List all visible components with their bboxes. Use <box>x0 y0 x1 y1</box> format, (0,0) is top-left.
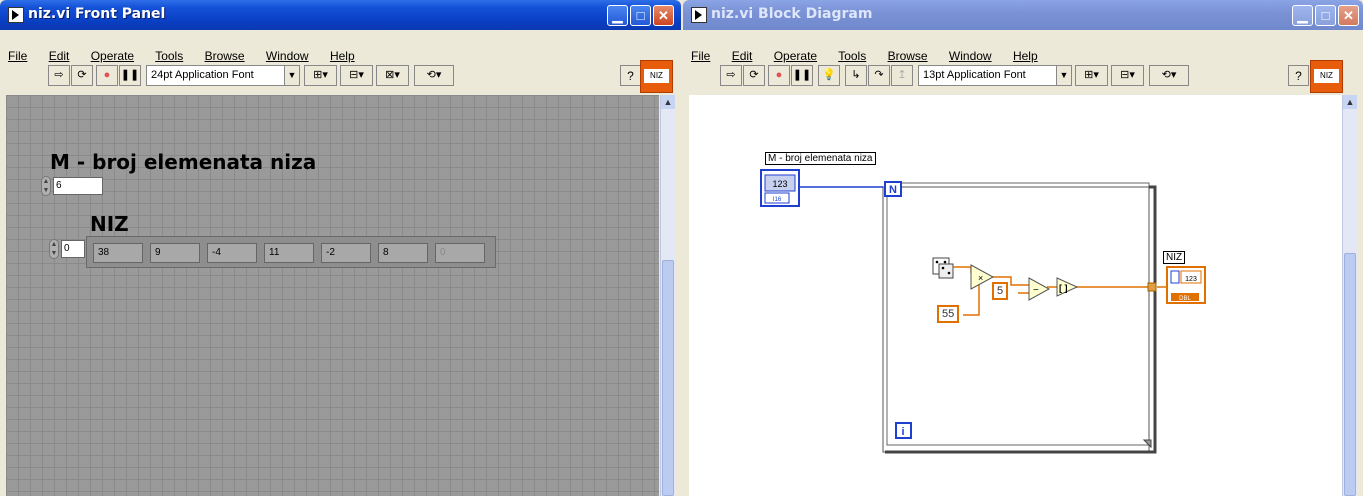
step-over-icon[interactable]: ↷ <box>868 65 890 86</box>
block-diagram-canvas[interactable]: 123 I16 N i × − [] 123 DBL M - broj ele… <box>689 95 1342 496</box>
m-control-label: M - broj elemenata niza <box>50 150 317 174</box>
svg-text:DBL: DBL <box>1179 296 1191 302</box>
loop-count-terminal[interactable]: N <box>884 181 902 197</box>
window-title: niz.vi Front Panel <box>28 6 166 22</box>
svg-text:×: × <box>978 273 983 283</box>
vi-icon[interactable]: NIZ <box>1310 60 1343 93</box>
block-diagram-titlebar[interactable]: niz.vi Block Diagram ▁ □ ✕ <box>683 0 1363 30</box>
svg-text:I16: I16 <box>773 197 782 203</box>
abort-icon[interactable]: ● <box>96 65 118 86</box>
svg-text:−: − <box>1033 285 1039 296</box>
front-panel-window: niz.vi Front Panel ▁ □ ✕ File Edit Opera… <box>0 0 681 496</box>
array-element: 0 <box>435 243 485 263</box>
run-continuously-icon[interactable]: ⟳ <box>71 65 93 86</box>
niz-array-label: NIZ <box>90 212 129 236</box>
align-objects-icon[interactable]: ⊞▾ <box>1075 65 1108 86</box>
chevron-down-icon: ▼ <box>1056 66 1071 85</box>
distribute-objects-icon[interactable]: ⊟▾ <box>1111 65 1144 86</box>
labview-app-icon <box>691 7 707 23</box>
scroll-thumb[interactable] <box>662 260 674 496</box>
vertical-scrollbar[interactable]: ▲ <box>660 95 675 496</box>
vertical-scrollbar[interactable]: ▲ <box>1342 95 1357 496</box>
font-selector[interactable]: 24pt Application Font ▼ <box>146 65 300 86</box>
window-title: niz.vi Block Diagram <box>711 6 873 22</box>
constant-55[interactable]: 55 <box>937 305 960 323</box>
run-arrow-icon[interactable]: ⇨ <box>48 65 70 86</box>
array-element: 9 <box>150 243 200 263</box>
constant-5[interactable]: 5 <box>992 282 1009 300</box>
control-terminal-text: 123 <box>772 179 787 189</box>
block-diagram-window: niz.vi Block Diagram ▁ □ ✕ File Edit Ope… <box>683 0 1363 496</box>
highlight-execution-icon[interactable]: 💡 <box>818 65 840 86</box>
minimize-button[interactable]: ▁ <box>1292 5 1313 26</box>
pause-icon[interactable]: ❚❚ <box>119 65 141 86</box>
run-arrow-icon[interactable]: ⇨ <box>720 65 742 86</box>
step-out-icon[interactable]: ↥ <box>891 65 913 86</box>
close-button[interactable]: ✕ <box>1338 5 1359 26</box>
array-element: -4 <box>207 243 257 263</box>
svg-text:N: N <box>889 184 897 196</box>
font-selector[interactable]: 13pt Application Font ▼ <box>918 65 1072 86</box>
maximize-button[interactable]: □ <box>630 5 651 26</box>
chevron-down-icon: ▼ <box>284 66 299 85</box>
m-control-label: M - broj elemenata niza <box>765 152 876 165</box>
abort-icon[interactable]: ● <box>768 65 790 86</box>
auto-index-tunnel[interactable] <box>1147 282 1157 292</box>
maximize-button[interactable]: □ <box>1315 5 1336 26</box>
array-index-increment-decrement[interactable]: ▲ ▼ <box>49 239 59 259</box>
niz-indicator-label: NIZ <box>1163 251 1186 264</box>
resize-objects-icon[interactable]: ⊠▾ <box>376 65 409 86</box>
front-panel-titlebar[interactable]: niz.vi Front Panel ▁ □ ✕ <box>0 0 681 30</box>
array-element: -2 <box>321 243 371 263</box>
array-element: 8 <box>378 243 428 263</box>
scroll-up-arrow-icon[interactable]: ▲ <box>661 95 675 109</box>
scroll-up-arrow-icon[interactable]: ▲ <box>1343 95 1357 109</box>
toolbar: ⇨ ⟳ ● ❚❚ 💡 ↳ ↷ ↥ 13pt Application Font ▼ … <box>683 38 1363 93</box>
svg-text:[ ]: [ ] <box>1059 283 1068 293</box>
minimize-button[interactable]: ▁ <box>607 5 628 26</box>
for-loop-structure[interactable] <box>882 182 1157 454</box>
close-button[interactable]: ✕ <box>653 5 674 26</box>
distribute-objects-icon[interactable]: ⊟▾ <box>340 65 373 86</box>
array-index-input[interactable]: 0 <box>61 240 85 258</box>
niz-array-indicator: 38 9 -4 11 -2 8 0 <box>86 236 496 268</box>
vi-icon[interactable]: NIZ <box>640 60 673 93</box>
array-element: 11 <box>264 243 314 263</box>
svg-text:i: i <box>901 426 904 438</box>
m-numeric-input[interactable]: 6 <box>53 177 103 195</box>
scroll-thumb[interactable] <box>1344 253 1356 496</box>
pause-icon[interactable]: ❚❚ <box>791 65 813 86</box>
help-icon[interactable]: ? <box>620 65 641 86</box>
iteration-terminal[interactable]: i <box>895 422 912 439</box>
niz-indicator-terminal[interactable]: 123 DBL <box>1166 266 1206 304</box>
array-element: 38 <box>93 243 143 263</box>
help-icon[interactable]: ? <box>1288 65 1309 86</box>
toolbar: ⇨ ⟳ ● ❚❚ 24pt Application Font ▼ ⊞▾ ⊟▾ ⊠▾… <box>0 38 681 93</box>
m-control-terminal[interactable]: 123 I16 <box>760 169 800 207</box>
align-objects-icon[interactable]: ⊞▾ <box>304 65 337 86</box>
svg-text:123: 123 <box>1185 276 1197 283</box>
step-into-icon[interactable]: ↳ <box>845 65 867 86</box>
run-continuously-icon[interactable]: ⟳ <box>743 65 765 86</box>
m-increment-decrement[interactable]: ▲ ▼ <box>41 176 51 196</box>
reorder-icon[interactable]: ⟲▾ <box>414 65 454 86</box>
reorder-icon[interactable]: ⟲▾ <box>1149 65 1189 86</box>
labview-app-icon <box>8 7 24 23</box>
